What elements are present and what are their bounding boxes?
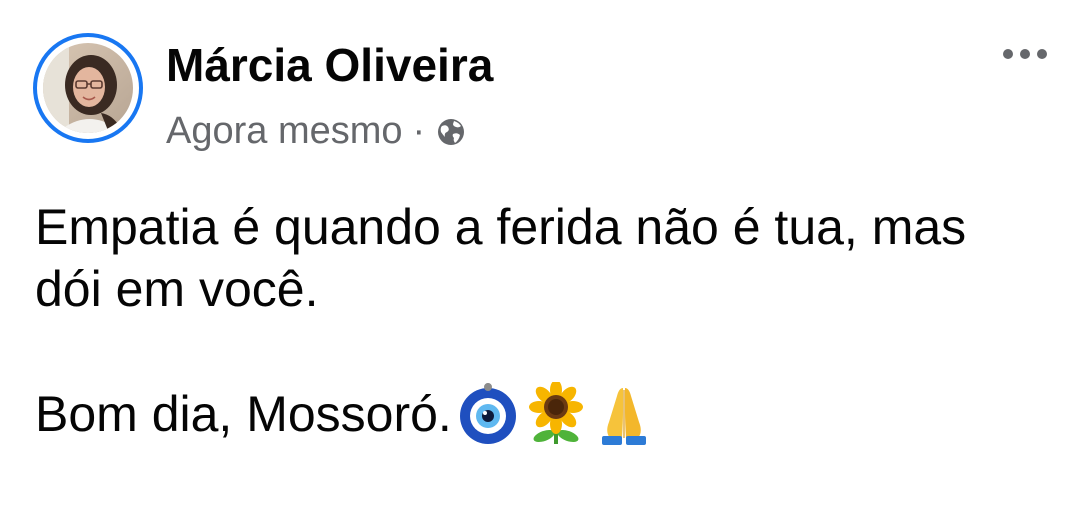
post-text-line-2: dói em você. — [35, 261, 319, 317]
author-avatar[interactable] — [33, 33, 143, 143]
globe-icon[interactable] — [435, 115, 467, 147]
folded-hands-icon — [592, 382, 656, 446]
post-text-line-1: Empatia é quando a ferida não é tua, mas — [35, 199, 967, 255]
avatar-photo — [43, 43, 133, 133]
author-name[interactable]: Márcia Oliveira — [166, 38, 493, 92]
post-body: Empatia é quando a ferida não é tua, mas… — [35, 196, 1055, 446]
more-options-icon — [1003, 49, 1047, 59]
more-options-button[interactable] — [998, 36, 1052, 72]
post-header: Márcia Oliveira Agora mesmo · — [0, 0, 1080, 170]
meta-separator: · — [412, 109, 426, 152]
sunflower-icon — [524, 380, 588, 446]
post-meta: Agora mesmo · — [166, 108, 467, 154]
post-greeting-line: Bom dia, Mossoró. — [35, 380, 1055, 446]
post-timestamp[interactable]: Agora mesmo — [166, 110, 403, 153]
post-greeting: Bom dia, Mossoró. — [35, 386, 452, 442]
nazar-amulet-icon — [456, 382, 520, 446]
